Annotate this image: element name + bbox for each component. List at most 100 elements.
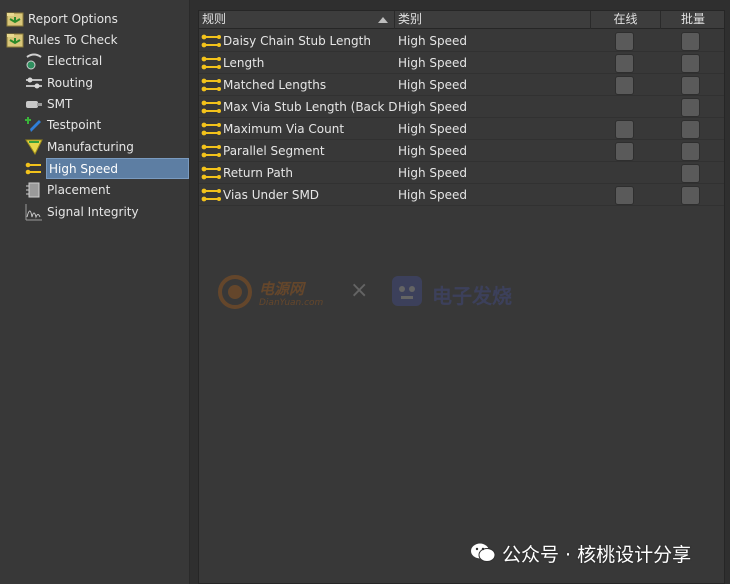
- batch-checkbox[interactable]: [681, 186, 700, 205]
- tree-item-high-speed[interactable]: High Speed: [25, 158, 190, 179]
- online-checkbox[interactable]: [615, 32, 634, 51]
- rule-name-cell[interactable]: Daisy Chain Stub Length: [201, 30, 397, 52]
- elecfans-watermark: 电子发烧: [390, 274, 520, 310]
- rules-folder-icon: [6, 10, 24, 28]
- column-header-rule[interactable]: 规则: [199, 11, 395, 29]
- high-speed-icon: [25, 160, 43, 178]
- high-speed-rule-icon: [201, 34, 221, 48]
- rule-name: Max Via Stub Length (Back Drilling): [223, 100, 397, 114]
- rule-name-cell[interactable]: Max Via Stub Length (Back Drilling): [201, 96, 397, 118]
- rule-name-cell[interactable]: Length: [201, 52, 397, 74]
- online-checkbox[interactable]: [615, 76, 634, 95]
- tree-item-label: Report Options: [28, 11, 118, 26]
- wechat-account-text: 公众号 · 核桃设计分享: [502, 543, 692, 566]
- wechat-watermark: 公众号 · 核桃设计分享: [470, 540, 691, 566]
- online-checkbox[interactable]: [615, 120, 634, 139]
- grid-header: 规则 类别 在线 批量: [199, 11, 724, 29]
- online-checkbox[interactable]: [615, 186, 634, 205]
- rule-name: Daisy Chain Stub Length: [223, 34, 371, 48]
- batch-checkbox[interactable]: [681, 142, 700, 161]
- tree-item-placement[interactable]: Placement: [25, 179, 110, 200]
- tree-item-label: Manufacturing: [47, 139, 134, 154]
- tree-item-report-options[interactable]: Report Options: [6, 8, 118, 29]
- high-speed-rule-icon: [201, 166, 221, 180]
- column-header-batch[interactable]: 批量: [661, 11, 725, 29]
- online-checkbox[interactable]: [615, 142, 634, 161]
- table-row[interactable]: Length High Speed: [199, 52, 724, 74]
- rule-name-cell[interactable]: Matched Lengths: [201, 74, 397, 96]
- high-speed-rule-icon: [201, 100, 221, 114]
- column-header-online-label: 在线: [613, 12, 638, 26]
- rule-name-cell[interactable]: Vias Under SMD: [201, 184, 397, 206]
- rule-name-cell[interactable]: Return Path: [201, 162, 397, 184]
- batch-checkbox[interactable]: [681, 32, 700, 51]
- signal-integrity-icon: [25, 203, 43, 221]
- tree-item-signal-integrity[interactable]: Signal Integrity: [25, 201, 139, 222]
- rules-tree-panel: Report Options Rules To Check Electrical…: [0, 0, 190, 584]
- rule-name: Length: [223, 56, 265, 70]
- watermark-logo1-sub: DianYuan.com: [259, 298, 324, 308]
- rule-category-cell: High Speed: [398, 34, 468, 48]
- rule-category-cell: High Speed: [398, 56, 468, 70]
- online-checkbox[interactable]: [615, 54, 634, 73]
- table-row[interactable]: Matched Lengths High Speed: [199, 74, 724, 96]
- high-speed-rule-icon: [201, 188, 221, 202]
- watermark-logo2-text: 电子发烧: [432, 284, 512, 308]
- column-header-batch-label: 批量: [680, 12, 705, 26]
- high-speed-rule-icon: [201, 144, 221, 158]
- rule-name: Return Path: [223, 166, 293, 180]
- high-speed-rule-icon: [201, 122, 221, 136]
- table-row[interactable]: Max Via Stub Length (Back Drilling)High …: [199, 96, 724, 118]
- table-row[interactable]: Return Path High Speed: [199, 162, 724, 184]
- tree-item-electrical[interactable]: Electrical: [25, 50, 102, 71]
- batch-checkbox[interactable]: [681, 54, 700, 73]
- batch-checkbox[interactable]: [681, 164, 700, 183]
- tree-item-label: High Speed: [46, 158, 190, 179]
- table-row[interactable]: Parallel Segment High Speed: [199, 140, 724, 162]
- electrical-icon: [25, 52, 43, 70]
- table-row[interactable]: Daisy Chain Stub Length High Speed: [199, 30, 724, 52]
- tree-item-label: Signal Integrity: [47, 204, 139, 219]
- high-speed-rule-icon: [201, 56, 221, 70]
- table-row[interactable]: Vias Under SMD High Speed: [199, 184, 724, 206]
- routing-icon: [25, 74, 43, 92]
- rule-category-cell: High Speed: [398, 166, 468, 180]
- high-speed-rule-icon: [201, 78, 221, 92]
- tree-item-label: Routing: [47, 75, 94, 90]
- rules-folder-icon: [6, 31, 24, 49]
- rule-name: Vias Under SMD: [223, 188, 320, 202]
- watermark-separator: ×: [350, 278, 369, 303]
- batch-checkbox[interactable]: [681, 76, 700, 95]
- table-row[interactable]: Maximum Via Count High Speed: [199, 118, 724, 140]
- tree-item-routing[interactable]: Routing: [25, 72, 93, 93]
- rule-category-cell: High Speed: [398, 144, 468, 158]
- tree-item-rules-to-check[interactable]: Rules To Check: [6, 29, 118, 50]
- rule-category-cell: High Speed: [398, 100, 468, 114]
- tree-item-label: Electrical: [47, 53, 103, 68]
- rule-name: Parallel Segment: [223, 144, 325, 158]
- placement-icon: [25, 181, 43, 199]
- sort-ascending-icon: [378, 17, 388, 23]
- dianyuan-watermark: 电源网 DianYuan.com: [215, 272, 340, 312]
- batch-checkbox[interactable]: [681, 98, 700, 117]
- rule-category-cell: High Speed: [398, 78, 468, 92]
- tree-item-smt[interactable]: SMT: [25, 93, 72, 114]
- tree-item-testpoint[interactable]: Testpoint: [25, 114, 101, 135]
- column-header-online[interactable]: 在线: [591, 11, 661, 29]
- rule-name-cell[interactable]: Parallel Segment: [201, 140, 397, 162]
- watermark-logo1-text: 电源网: [259, 280, 305, 298]
- column-header-category[interactable]: 类别: [395, 11, 591, 29]
- tree-item-manufacturing[interactable]: Manufacturing: [25, 136, 134, 157]
- rule-name: Maximum Via Count: [223, 122, 345, 136]
- rule-name-cell[interactable]: Maximum Via Count: [201, 118, 397, 140]
- column-header-category-label: 类别: [398, 12, 423, 26]
- tree-item-label: Placement: [47, 182, 111, 197]
- tree-item-label: Testpoint: [47, 117, 102, 132]
- rule-name: Matched Lengths: [223, 78, 327, 92]
- manufacturing-icon: [25, 138, 43, 156]
- wechat-icon: [471, 543, 496, 562]
- batch-checkbox[interactable]: [681, 120, 700, 139]
- tree-item-label: SMT: [47, 96, 73, 111]
- smt-icon: [25, 95, 43, 113]
- testpoint-icon: [25, 116, 43, 134]
